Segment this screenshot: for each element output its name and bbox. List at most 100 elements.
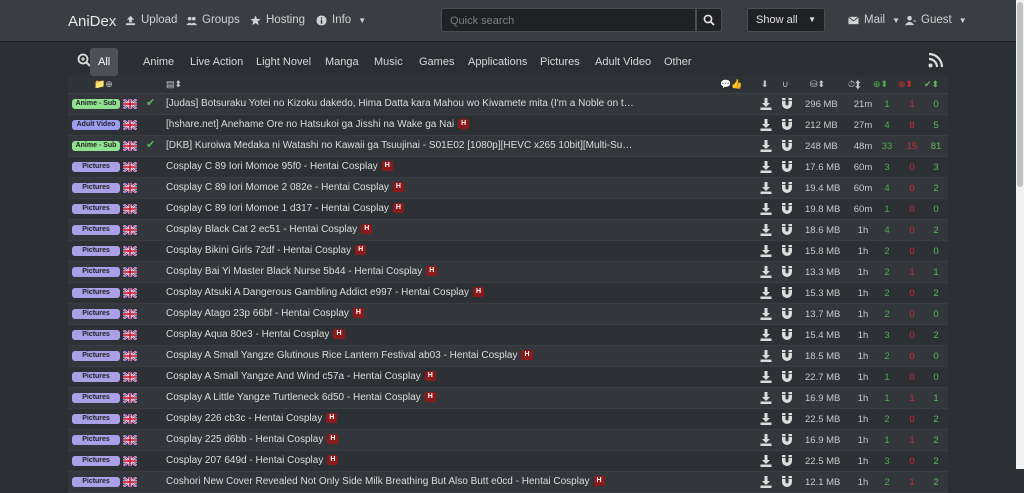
scrollbar-thumb[interactable] — [1017, 2, 1023, 187]
nav-mail-dropdown[interactable]: Mail ▼ — [848, 14, 900, 26]
download-icon[interactable] — [760, 182, 772, 194]
nav-groups[interactable]: Groups — [186, 14, 240, 26]
category-badge[interactable]: Pictures — [72, 246, 120, 256]
uk-flag-icon[interactable] — [122, 161, 138, 173]
download-icon[interactable] — [760, 140, 772, 152]
tab-light-novel[interactable]: Light Novel — [256, 48, 311, 76]
category-badge[interactable]: Pictures — [72, 288, 120, 298]
completed-sort-icon[interactable]: ✔⬍ — [924, 79, 939, 90]
category-badge[interactable]: Pictures — [72, 183, 120, 193]
uk-flag-icon[interactable] — [122, 455, 138, 467]
site-brand[interactable]: AniDex — [68, 13, 116, 30]
table-row[interactable]: Pictures Cosplay Bikini Girls 72df - Hen… — [68, 241, 948, 262]
download-icon[interactable] — [760, 392, 772, 404]
seeders-sort-icon[interactable]: ⊕⬍ — [873, 79, 888, 90]
file-sort-icon[interactable]: ▤⬍ — [166, 79, 182, 90]
download-icon[interactable] — [760, 224, 772, 236]
magnet-icon[interactable] — [781, 140, 793, 152]
download-icon[interactable] — [760, 413, 772, 425]
uk-flag-icon[interactable] — [122, 434, 138, 446]
torrent-title[interactable]: Cosplay Bai Yi Master Black Nurse 5b44 -… — [166, 266, 438, 277]
category-badge[interactable]: Anime - Sub — [72, 99, 120, 109]
folder-globe-sort-icon[interactable]: 📁⊕ — [94, 79, 113, 90]
torrent-title[interactable]: Cosplay C 89 Iori Momoe 1 d317 - Hentai … — [166, 203, 404, 214]
table-row[interactable]: Pictures Coshori New Cover Revealed Not … — [68, 472, 948, 493]
download-icon[interactable] — [760, 455, 772, 467]
uk-flag-icon[interactable] — [122, 350, 138, 362]
magnet-icon[interactable] — [781, 266, 793, 278]
uk-flag-icon[interactable] — [122, 392, 138, 404]
category-badge[interactable]: Pictures — [72, 330, 120, 340]
download-icon[interactable] — [760, 287, 772, 299]
category-badge[interactable]: Pictures — [72, 414, 120, 424]
table-row[interactable]: Pictures Cosplay C 89 Iori Momoe 2 082e … — [68, 178, 948, 199]
filter-select[interactable]: Show all ▼ — [747, 8, 825, 32]
torrent-title[interactable]: [hshare.net] Anehame Ore no Hatsukoi ga … — [166, 119, 470, 130]
magnet-icon[interactable] — [781, 455, 793, 467]
leechers-sort-icon[interactable]: ⊕⬍ — [898, 79, 913, 90]
magnet-header-icon[interactable]: ∪ — [782, 79, 789, 90]
uk-flag-icon[interactable] — [122, 329, 138, 341]
torrent-title[interactable]: Cosplay 207 649d - Hentai Cosplay H — [166, 455, 339, 466]
magnet-icon[interactable] — [781, 98, 793, 110]
category-badge[interactable]: Pictures — [72, 435, 120, 445]
tab-adult-video[interactable]: Adult Video — [595, 48, 651, 76]
age-sort-icon[interactable]: ⏱⬍ — [848, 79, 861, 90]
nav-guest-dropdown[interactable]: Guest ▼ — [905, 14, 967, 26]
magnet-icon[interactable] — [781, 224, 793, 236]
uk-flag-icon[interactable] — [122, 476, 138, 488]
download-icon[interactable] — [760, 308, 772, 320]
table-row[interactable]: Anime - Sub ✔ [DKB] Kuroiwa Medaka ni Wa… — [68, 136, 948, 157]
uk-flag-icon[interactable] — [122, 308, 138, 320]
download-icon[interactable] — [760, 476, 772, 488]
torrent-title[interactable]: Cosplay Atsuki A Dangerous Gambling Addi… — [166, 287, 485, 298]
table-row[interactable]: Adult Video [hshare.net] Anehame Ore no … — [68, 115, 948, 136]
table-row[interactable]: Pictures Cosplay A Little Yangze Turtlen… — [68, 388, 948, 409]
table-row[interactable]: Pictures Cosplay 225 d6bb - Hentai Cospl… — [68, 430, 948, 451]
uk-flag-icon[interactable] — [122, 371, 138, 383]
tab-other[interactable]: Other — [664, 48, 692, 76]
torrent-title[interactable]: Cosplay A Small Yangze And Wind c57a - H… — [166, 371, 436, 382]
category-badge[interactable]: Anime - Sub — [72, 141, 120, 151]
download-icon[interactable] — [760, 371, 772, 383]
magnet-icon[interactable] — [781, 392, 793, 404]
torrent-title[interactable]: Cosplay C 89 Iori Momoe 2 082e - Hentai … — [166, 182, 404, 193]
tab-anime[interactable]: Anime — [143, 48, 174, 76]
magnet-icon[interactable] — [781, 350, 793, 362]
download-icon[interactable] — [760, 329, 772, 341]
table-row[interactable]: Pictures Cosplay Bai Yi Master Black Nur… — [68, 262, 948, 283]
torrent-title[interactable]: Cosplay Bikini Girls 72df - Hentai Cospl… — [166, 245, 367, 256]
category-badge[interactable]: Pictures — [72, 309, 120, 319]
download-icon[interactable] — [760, 203, 772, 215]
table-row[interactable]: Pictures Cosplay Atago 23p 66bf - Hentai… — [68, 304, 948, 325]
tab-live-action[interactable]: Live Action — [190, 48, 243, 76]
uk-flag-icon[interactable] — [122, 266, 138, 278]
table-row[interactable]: Pictures Cosplay A Small Yangze Glutinou… — [68, 346, 948, 367]
magnet-icon[interactable] — [781, 245, 793, 257]
nav-info-dropdown[interactable]: Info ▼ — [316, 14, 366, 26]
uk-flag-icon[interactable] — [122, 203, 138, 215]
magnet-icon[interactable] — [781, 371, 793, 383]
magnet-icon[interactable] — [781, 119, 793, 131]
tab-games[interactable]: Games — [419, 48, 454, 76]
tab-all[interactable]: All — [90, 48, 119, 76]
category-badge[interactable]: Pictures — [72, 351, 120, 361]
uk-flag-icon[interactable] — [122, 119, 138, 131]
category-badge[interactable]: Pictures — [72, 162, 120, 172]
download-icon[interactable] — [760, 98, 772, 110]
download-icon[interactable] — [760, 161, 772, 173]
magnet-icon[interactable] — [781, 413, 793, 425]
uk-flag-icon[interactable] — [122, 287, 138, 299]
table-row[interactable]: Anime - Sub ✔ [Judas] Botsuraku Yotei no… — [68, 94, 948, 115]
download-icon[interactable] — [760, 119, 772, 131]
size-sort-icon[interactable]: ⛁⬍ — [810, 79, 825, 90]
download-icon[interactable] — [760, 350, 772, 362]
torrent-title[interactable]: Cosplay 226 cb3c - Hentai Cosplay H — [166, 413, 338, 424]
vertical-scrollbar[interactable] — [1016, 0, 1024, 469]
category-badge[interactable]: Pictures — [72, 267, 120, 277]
magnet-icon[interactable] — [781, 161, 793, 173]
category-badge[interactable]: Pictures — [72, 225, 120, 235]
search-input[interactable]: Quick search — [441, 8, 696, 32]
magnet-icon[interactable] — [781, 182, 793, 194]
uk-flag-icon[interactable] — [122, 224, 138, 236]
